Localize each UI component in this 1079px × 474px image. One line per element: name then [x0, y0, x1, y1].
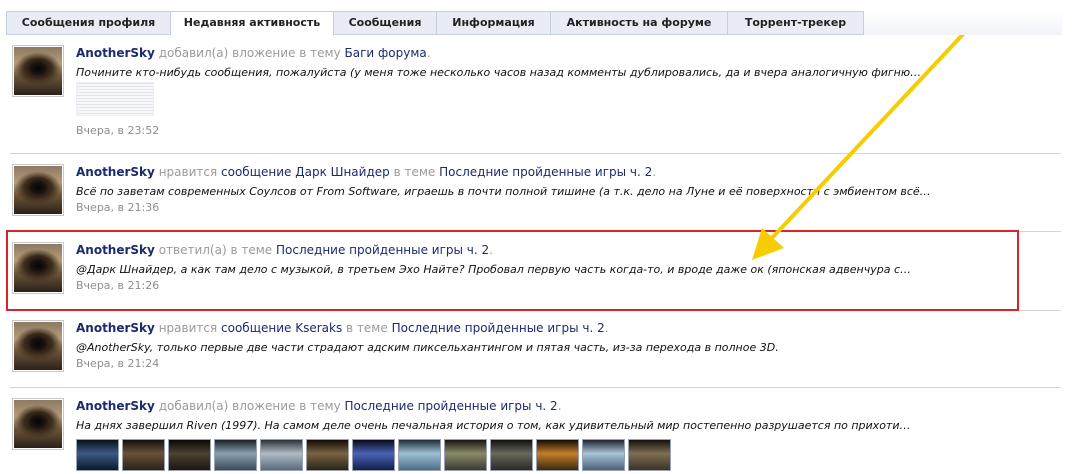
attachment-thumbnails — [76, 439, 1061, 471]
profile-tabs: Сообщения профиля Недавняя активность Со… — [6, 11, 1062, 36]
tab-information[interactable]: Информация — [437, 11, 551, 35]
attachment-thumbnail[interactable] — [214, 439, 257, 471]
activity-action: нравится — [158, 321, 218, 335]
username-link[interactable]: AnotherSky — [76, 165, 155, 179]
tab-profile-messages[interactable]: Сообщения профиля — [6, 11, 171, 35]
tab-bar-filler — [864, 11, 1062, 35]
avatar-image — [14, 47, 62, 95]
activity-mid: в теме — [393, 165, 436, 179]
avatar-image — [14, 244, 62, 292]
attachment-thumbnail[interactable] — [490, 439, 533, 471]
activity-mid: в теме — [346, 321, 388, 335]
avatar[interactable] — [12, 242, 64, 294]
activity-suffix: . — [604, 321, 609, 335]
tab-recent-activity[interactable]: Недавняя активность — [171, 11, 334, 36]
avatar-image — [14, 400, 62, 448]
attachment-thumbnail[interactable] — [260, 439, 303, 471]
timestamp: Вчера, в 21:26 — [76, 279, 160, 292]
attachment-thumbnail[interactable] — [306, 439, 349, 471]
avatar-image — [14, 322, 62, 370]
activity-suffix: . — [557, 399, 562, 413]
activity-summary: AnotherSky добавил(а) вложение в тему Ба… — [76, 45, 1061, 61]
post-snippet[interactable]: Почините кто-нибудь сообщения, пожалуйст… — [76, 65, 1061, 80]
topic-link[interactable]: Последние пройденные игры ч. 2 — [392, 321, 605, 335]
topic-link[interactable]: Последние пройденные игры ч. 2 — [345, 399, 558, 413]
timestamp: Вчера, в 21:24 — [76, 357, 160, 370]
avatar[interactable] — [12, 320, 64, 372]
activity-summary: AnotherSky ответил(а) в теме Последние п… — [76, 242, 1061, 258]
activity-action: ответил(а) в теме — [158, 243, 273, 257]
attachment-thumbnail[interactable] — [628, 439, 671, 471]
post-snippet[interactable]: На днях завершил Riven (1997). На самом … — [76, 418, 1061, 433]
activity-action: добавил(а) вложение в тему — [158, 399, 341, 413]
attachment-thumbnail[interactable] — [76, 439, 119, 471]
topic-link[interactable]: Последние пройденные игры ч. 2 — [276, 243, 489, 257]
avatar-image — [14, 166, 62, 214]
username-link[interactable]: AnotherSky — [76, 399, 155, 413]
attachment-thumbnail[interactable] — [536, 439, 579, 471]
topic-link[interactable]: Баги форума — [345, 46, 427, 60]
liked-post-link[interactable]: сообщение Дарк Шнайдер — [221, 165, 390, 179]
topic-link[interactable]: Последние пройденные игры ч. 2 — [439, 165, 652, 179]
attachment-thumbnail[interactable] — [398, 439, 441, 471]
post-snippet[interactable]: @AnotherSky, только первые две части стр… — [76, 340, 1061, 355]
tab-torrent-tracker[interactable]: Торрент-трекер — [728, 11, 864, 35]
tab-messages[interactable]: Сообщения — [334, 11, 437, 35]
username-link[interactable]: AnotherSky — [76, 243, 155, 257]
activity-summary: AnotherSky добавил(а) вложение в тему По… — [76, 398, 1061, 414]
divider — [10, 231, 1061, 232]
divider — [10, 153, 1061, 154]
avatar[interactable] — [12, 164, 64, 216]
activity-summary: AnotherSky нравится сообщение Дарк Шнайд… — [76, 164, 1061, 180]
username-link[interactable]: AnotherSky — [76, 321, 155, 335]
attachment-thumbnail[interactable] — [122, 439, 165, 471]
activity-action: нравится — [158, 165, 218, 179]
attachment-thumbnail[interactable] — [352, 439, 395, 471]
attachment-thumbnail[interactable] — [168, 439, 211, 471]
tab-forum-activity[interactable]: Активность на форуме — [551, 11, 728, 35]
attachment-thumbnail[interactable] — [444, 439, 487, 471]
avatar[interactable] — [12, 398, 64, 450]
username-link[interactable]: AnotherSky — [76, 46, 155, 60]
timestamp: Вчера, в 23:52 — [76, 124, 160, 137]
activity-suffix: . — [426, 46, 431, 60]
attachment-thumbnail[interactable] — [76, 82, 154, 116]
activity-summary: AnotherSky нравится сообщение Kseraks в … — [76, 320, 1061, 336]
timestamp: Вчера, в 21:36 — [76, 201, 160, 214]
post-snippet[interactable]: Всё по заветам современных Соулсов от Fr… — [76, 184, 1061, 199]
attachment-thumbnail[interactable] — [582, 439, 625, 471]
liked-post-link[interactable]: сообщение Kseraks — [221, 321, 342, 335]
activity-suffix: . — [489, 243, 493, 257]
divider — [10, 310, 1061, 311]
post-snippet[interactable]: @Дарк Шнайдер, а как там дело с музыкой,… — [76, 262, 1061, 277]
avatar[interactable] — [12, 45, 64, 97]
divider — [10, 387, 1061, 388]
activity-suffix: . — [652, 165, 657, 179]
activity-action: добавил(а) вложение в тему — [158, 46, 341, 60]
